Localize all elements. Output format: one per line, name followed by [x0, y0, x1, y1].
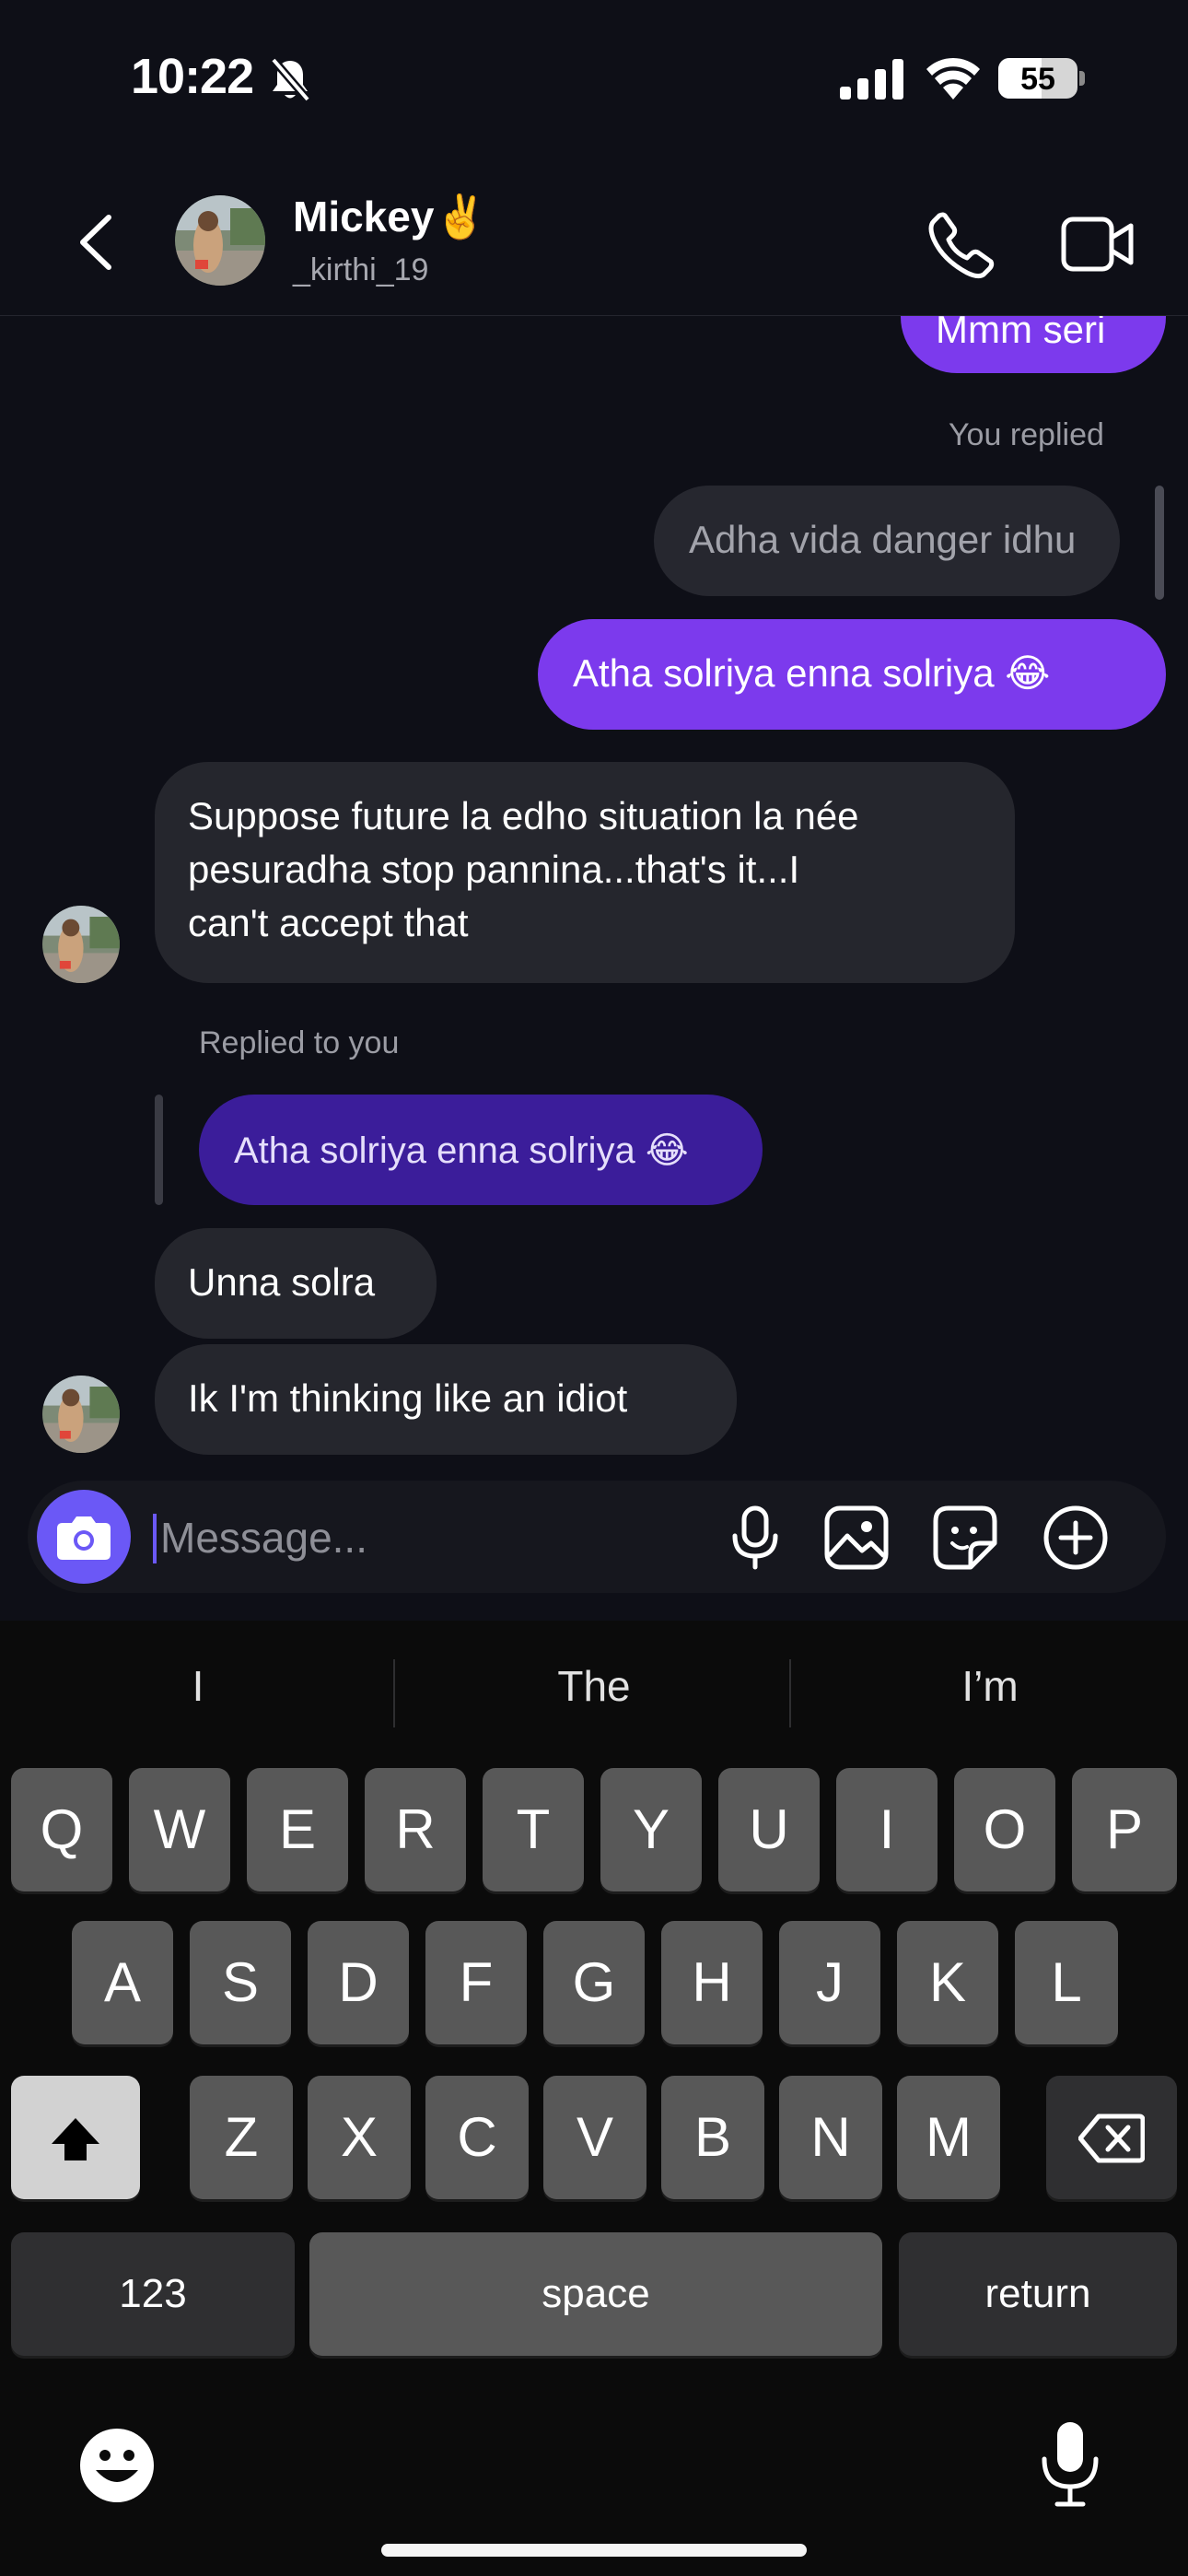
suggestion-divider	[789, 1659, 791, 1727]
key-u[interactable]: U	[718, 1768, 820, 1891]
key-n[interactable]: N	[779, 2076, 882, 2199]
home-indicator[interactable]	[381, 2544, 807, 2557]
message-composer	[28, 1481, 1166, 1593]
key-k[interactable]: K	[897, 1921, 998, 2044]
key-b[interactable]: B	[661, 2076, 764, 2199]
suggestion-2[interactable]: The	[401, 1661, 787, 1711]
key-z[interactable]: Z	[190, 2076, 293, 2199]
key-c[interactable]: C	[425, 2076, 529, 2199]
key-f[interactable]: F	[425, 1921, 527, 2044]
battery-percent: 55	[1020, 62, 1055, 97]
return-key[interactable]: return	[899, 2232, 1177, 2356]
chat-header: Mickey✌️ _kirthi_19	[0, 157, 1188, 316]
contact-name[interactable]: Mickey✌️	[293, 192, 487, 242]
key-x[interactable]: X	[308, 2076, 411, 2199]
contact-avatar[interactable]	[175, 195, 265, 286]
video-camera-icon[interactable]	[1061, 214, 1135, 275]
key-m[interactable]: M	[897, 2076, 1000, 2199]
message-bubble-incoming[interactable]: Suppose future la edho situation la née …	[155, 762, 1015, 983]
text-caret	[153, 1514, 157, 1563]
dictation-icon[interactable]	[1035, 2418, 1105, 2509]
sender-avatar[interactable]	[42, 906, 120, 983]
message-bubble-outgoing[interactable]: Mmm seri	[901, 316, 1166, 373]
key-w[interactable]: W	[129, 1768, 230, 1891]
suggestion-divider	[393, 1659, 395, 1727]
key-d[interactable]: D	[308, 1921, 409, 2044]
key-q[interactable]: Q	[11, 1768, 112, 1891]
message-text: Atha solriya enna solriya 😂	[573, 651, 1051, 695]
key-s[interactable]: S	[190, 1921, 291, 2044]
quote-bar	[155, 1095, 163, 1205]
message-text-line: Suppose future la edho situation la née	[188, 794, 859, 837]
quoted-message-text: Atha solriya enna solriya 😂	[234, 1130, 689, 1171]
message-text: Mmm seri	[936, 316, 1106, 351]
message-bubble-incoming[interactable]: Ik I'm thinking like an idiot	[155, 1344, 737, 1455]
predictive-bar: I The I’m	[0, 1621, 1188, 1762]
screen: { "status_bar": { "time": "10:22", "batt…	[0, 0, 1188, 2576]
composer-area	[0, 1468, 1188, 1621]
suggestion-1[interactable]: I	[5, 1661, 391, 1711]
key-e[interactable]: E	[247, 1768, 348, 1891]
numbers-key[interactable]: 123	[11, 2232, 295, 2356]
phone-icon[interactable]	[926, 210, 996, 280]
message-text-line: pesuradha stop pannina...that's it...I	[188, 848, 800, 891]
reply-label: Replied to you	[199, 1025, 400, 1060]
battery-tip	[1079, 71, 1085, 86]
back-icon[interactable]	[74, 210, 120, 275]
message-bubble-outgoing[interactable]: Atha solriya enna solriya 😂	[538, 619, 1166, 730]
key-g[interactable]: G	[543, 1921, 645, 2044]
microphone-icon[interactable]	[720, 1503, 790, 1573]
key-j[interactable]: J	[779, 1921, 880, 2044]
cellular-signal-icon	[840, 59, 903, 100]
quoted-message[interactable]: Adha vida danger idhu	[654, 486, 1120, 596]
key-a[interactable]: A	[72, 1921, 173, 2044]
backspace-key[interactable]	[1046, 2076, 1177, 2199]
message-bubble-incoming[interactable]: Unna solra	[155, 1228, 437, 1339]
space-key[interactable]: space	[309, 2232, 882, 2356]
suggestion-3[interactable]: I’m	[797, 1661, 1183, 1711]
camera-button[interactable]	[37, 1490, 131, 1584]
quoted-message[interactable]: Atha solriya enna solriya 😂	[199, 1095, 763, 1205]
message-thread[interactable]: Mmm seri You replied Adha vida danger id…	[0, 316, 1188, 1468]
key-p[interactable]: P	[1072, 1768, 1177, 1891]
quoted-message-text: Adha vida danger idhu	[689, 518, 1077, 561]
camera-icon	[57, 1516, 111, 1560]
key-y[interactable]: Y	[600, 1768, 702, 1891]
backspace-icon	[1077, 2113, 1146, 2163]
sender-avatar[interactable]	[42, 1376, 120, 1453]
key-o[interactable]: O	[954, 1768, 1055, 1891]
gallery-icon[interactable]	[821, 1503, 891, 1573]
key-i[interactable]: I	[836, 1768, 938, 1891]
key-v[interactable]: V	[543, 2076, 646, 2199]
key-t[interactable]: T	[483, 1768, 584, 1891]
key-l[interactable]: L	[1015, 1921, 1118, 2044]
status-time: 10:22	[131, 49, 254, 104]
message-text: Unna solra	[188, 1260, 376, 1304]
wifi-icon	[926, 57, 980, 100]
contact-username: _kirthi_19	[293, 252, 429, 287]
victory-hand-emoji: ✌️	[434, 193, 487, 240]
battery-icon: 55	[998, 58, 1077, 99]
key-r[interactable]: R	[365, 1768, 466, 1891]
status-bar: 10:22 55	[0, 0, 1188, 157]
bell-slash-icon	[270, 57, 311, 102]
key-h[interactable]: H	[661, 1921, 763, 2044]
message-text: Ik I'm thinking like an idiot	[188, 1376, 628, 1420]
message-text-line: can't accept that	[188, 901, 469, 944]
shift-icon	[52, 2118, 99, 2160]
sticker-icon[interactable]	[930, 1503, 1000, 1573]
plus-circle-icon[interactable]	[1041, 1503, 1111, 1573]
message-input[interactable]	[158, 1501, 715, 1575]
shift-key[interactable]	[11, 2076, 140, 2199]
contact-name-text: Mickey	[293, 193, 435, 240]
keyboard: I The I’m Q W E R T Y U I O P A S D F G …	[0, 1621, 1188, 2576]
scroll-indicator	[1155, 486, 1164, 600]
reply-label: You replied	[949, 417, 1104, 452]
emoji-icon[interactable]	[77, 2426, 157, 2505]
